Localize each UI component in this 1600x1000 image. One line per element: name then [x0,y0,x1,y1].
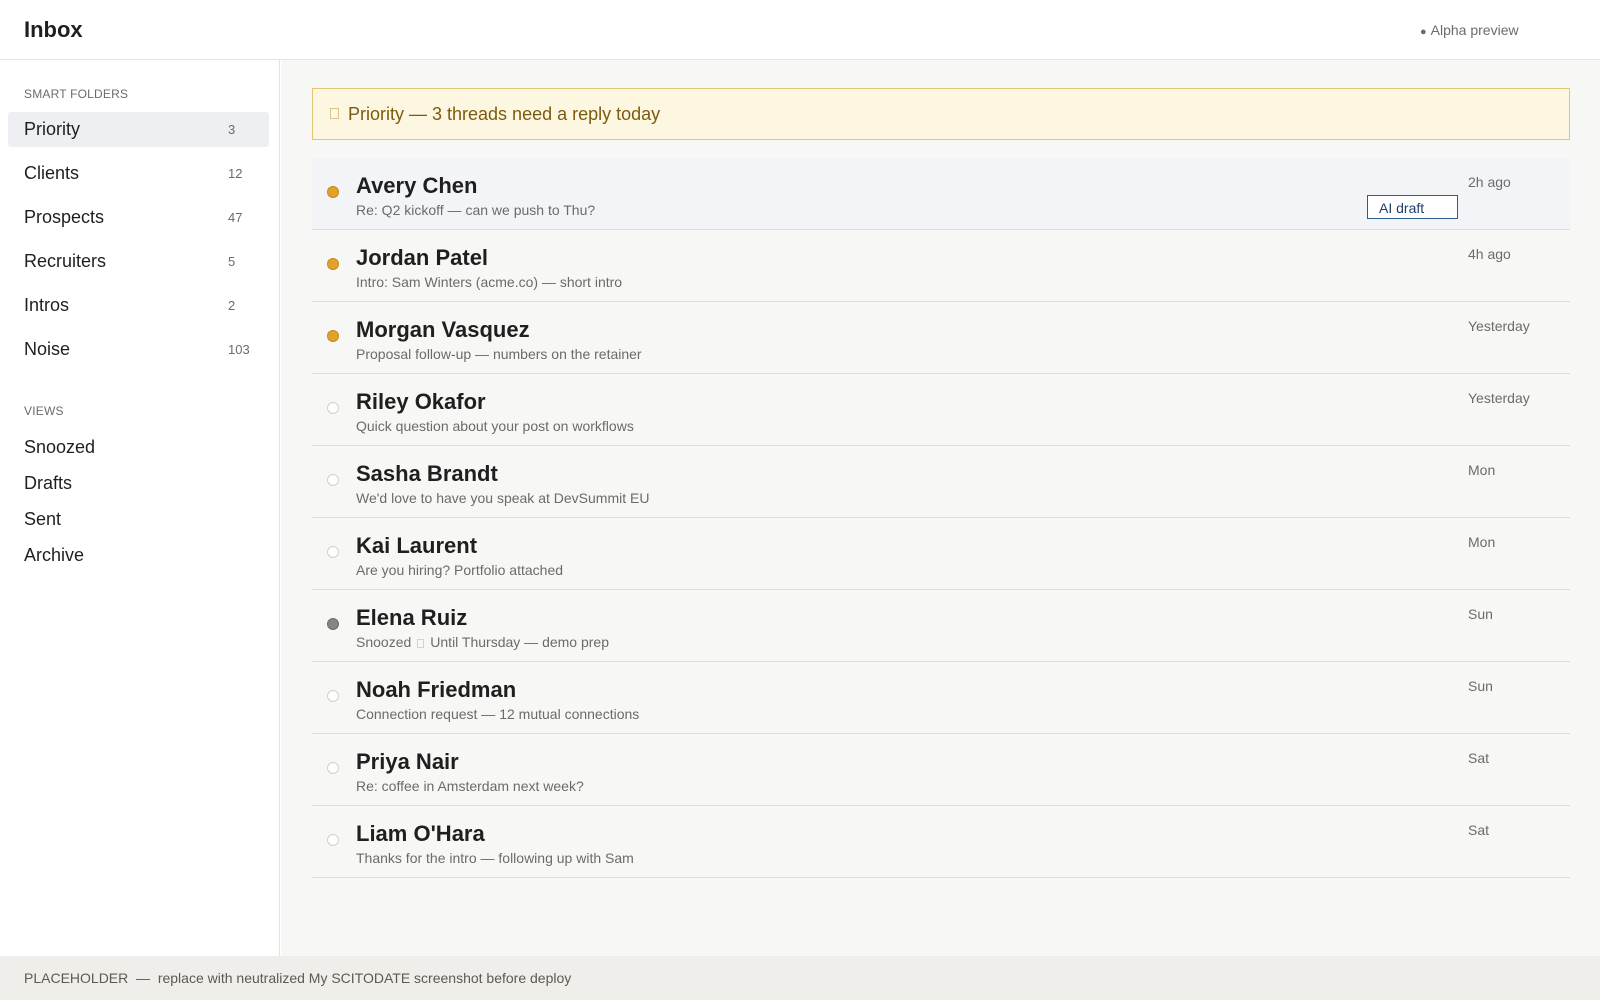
thread-row[interactable]: Liam O'Hara Thanks for the intro — follo… [312,806,1570,878]
snooze-icon [417,639,425,648]
top-bar: Inbox ● Alpha preview [0,0,1600,60]
thread-row[interactable]: Sasha Brandt We'd love to have you speak… [312,446,1570,518]
snoozed-preview-text: Until Thursday — demo prep [430,634,609,650]
folder-label: Intros [24,295,70,315]
snoozed-prefix: Snoozed [356,634,412,650]
folder-recruiters[interactable]: Recruiters 5 [8,244,269,279]
ai-draft-button[interactable]: AI draft [1367,195,1458,219]
view-sent[interactable]: Sent [24,509,61,530]
status-dot-icon: ● [1420,26,1427,38]
placeholder-footer: PLACEHOLDER — replace with neutralized M… [0,956,1600,1000]
thread-row[interactable]: Jordan Patel Intro: Sam Winters (acme.co… [312,230,1570,302]
unread-dot-icon [327,258,339,270]
folder-count: 2 [228,298,236,313]
folder-prospects[interactable]: Prospects 47 [8,200,269,235]
folder-count: 12 [228,166,243,181]
unread-dot-icon [327,186,339,198]
alpha-preview-badge: ● Alpha preview [1420,22,1519,38]
folder-label: Recruiters [24,251,107,271]
thread-preview: Re: Q2 kickoff — can we push to Thu? [356,202,596,218]
thread-sender: Kai Laurent [356,533,478,558]
thread-time: Mon [1468,462,1496,478]
folder-count: 5 [228,254,236,269]
thread-sender: Riley Okafor [356,389,486,414]
thread-sender: Sasha Brandt [356,461,498,486]
thread-preview: Intro: Sam Winters (acme.co) — short int… [356,274,623,290]
thread-sender: Noah Friedman [356,677,517,702]
thread-row[interactable]: Priya Nair Re: coffee in Amsterdam next … [312,734,1570,806]
thread-time: 4h ago [1468,246,1511,262]
thread-time: Mon [1468,534,1496,550]
view-archive[interactable]: Archive [24,545,84,566]
folder-priority[interactable]: Priority 3 [8,112,269,147]
read-dot-icon [327,402,339,414]
snoozed-dot-icon [327,618,339,630]
thread-row[interactable]: Avery Chen Re: Q2 kickoff — can we push … [312,158,1570,230]
folder-noise[interactable]: Noise 103 [8,332,269,367]
thread-time: Sun [1468,678,1493,694]
thread-preview: Snoozed Until Thursday — demo prep [356,634,609,650]
thread-preview: We'd love to have you speak at DevSummit… [356,490,650,506]
thread-time: Yesterday [1468,390,1530,406]
folder-count: 3 [228,122,236,137]
folder-intros[interactable]: Intros 2 [8,288,269,323]
placeholder-note: PLACEHOLDER — replace with neutralized M… [24,970,572,986]
view-snoozed[interactable]: Snoozed [24,437,95,458]
thread-time: Yesterday [1468,318,1530,334]
thread-list: Avery Chen Re: Q2 kickoff — can we push … [312,158,1570,878]
read-dot-icon [327,546,339,558]
thread-sender: Elena Ruiz [356,605,468,630]
folder-clients[interactable]: Clients 12 [8,156,269,191]
thread-row[interactable]: Riley Okafor Quick question about your p… [312,374,1570,446]
smart-folders-heading: SMART FOLDERS [24,87,129,101]
views-heading: VIEWS [24,404,64,418]
thread-preview: Are you hiring? Portfolio attached [356,562,564,578]
read-dot-icon [327,690,339,702]
folder-label: Noise [24,339,71,359]
thread-row[interactable]: Morgan Vasquez Proposal follow-up — numb… [312,302,1570,374]
read-dot-icon [327,834,339,846]
main-pane: Priority — 3 threads need a reply today … [281,60,1600,956]
sidebar: SMART FOLDERS Priority 3 Clients 12 Pros… [0,60,280,956]
thread-preview: Re: coffee in Amsterdam next week? [356,778,584,794]
thread-preview: Quick question about your post on workfl… [356,418,634,434]
read-dot-icon [327,762,339,774]
thread-preview: Connection request — 12 mutual connectio… [356,706,640,722]
thread-row[interactable]: Noah Friedman Connection request — 12 mu… [312,662,1570,734]
page-title: Inbox [24,17,83,42]
priority-banner-text: Priority — 3 threads need a reply today [348,104,661,124]
unread-dot-icon [327,330,339,342]
thread-sender: Morgan Vasquez [356,317,530,342]
alpha-preview-label: Alpha preview [1430,22,1519,38]
thread-sender: Jordan Patel [356,245,489,270]
priority-flag-icon [330,108,339,119]
view-drafts[interactable]: Drafts [24,473,72,494]
thread-time: 2h ago [1468,174,1511,190]
thread-row[interactable]: Elena Ruiz Snoozed Until Thursday — demo … [312,590,1570,662]
thread-preview: Proposal follow-up — numbers on the reta… [356,346,642,362]
thread-row[interactable]: Kai Laurent Are you hiring? Portfolio at… [312,518,1570,590]
thread-time: Sat [1468,750,1490,766]
folder-count: 103 [228,342,250,357]
folder-label: Clients [24,163,80,183]
priority-banner: Priority — 3 threads need a reply today [312,88,1570,140]
folder-label: Prospects [24,207,105,227]
thread-time: Sun [1468,606,1493,622]
thread-sender: Priya Nair [356,749,459,774]
thread-sender: Liam O'Hara [356,821,485,846]
thread-time: Sat [1468,822,1490,838]
folder-label: Priority [24,119,81,139]
thread-preview: Thanks for the intro — following up with… [356,850,634,866]
read-dot-icon [327,474,339,486]
folder-count: 47 [228,210,243,225]
thread-sender: Avery Chen [356,173,478,198]
